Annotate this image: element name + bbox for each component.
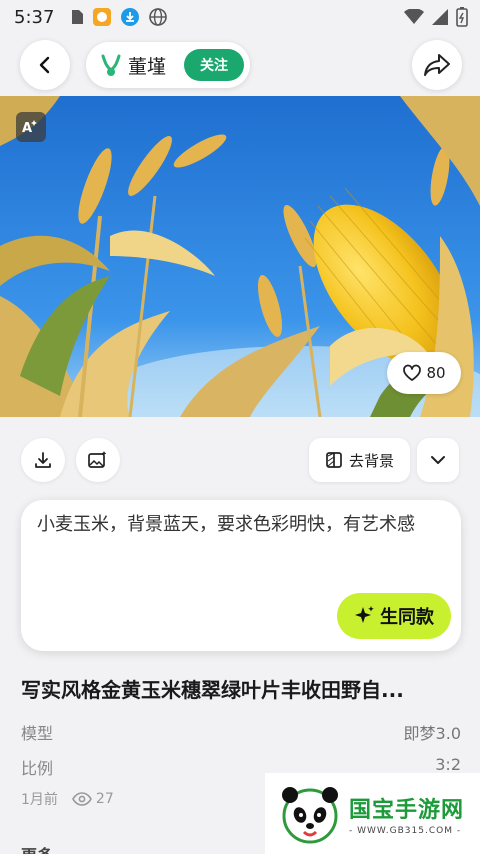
download-button[interactable] [21,438,65,482]
chevron-down-icon [431,456,445,464]
chevron-left-icon [39,56,50,74]
ai-icon: A [22,120,37,136]
author-name: 董墐 [128,55,167,78]
remove-bg-icon [326,452,342,468]
image-sparkle-icon [88,451,107,468]
share-icon [424,54,450,76]
model-value: 即梦3.0 [403,724,461,743]
ai-generated-badge: A [16,112,46,142]
status-bar: 5:37 [0,0,480,34]
model-label: 模型 [21,724,54,743]
time-ago: 1月前 [21,792,58,808]
more-options-button[interactable] [417,438,459,482]
back-button[interactable] [20,40,70,90]
globe-icon [149,8,168,26]
like-count: 80 [426,364,446,382]
remove-background-button[interactable]: 去背景 [309,438,410,482]
author-pill[interactable]: 董墐 关注 [86,42,250,88]
prompt-card: 小麦玉米，背景蓝天，要求色彩明快，有艺术感 生同款 [21,500,461,651]
wifi-icon [404,9,424,24]
sparkle-icon [355,606,374,623]
generate-same-button[interactable]: 生同款 [337,593,451,639]
author-avatar [98,52,124,78]
sim-icon [72,10,84,24]
follow-button[interactable]: 关注 [184,49,244,81]
author-logo-icon [101,54,121,76]
watermark-url: - WWW.GB315.COM - [349,825,462,836]
generate-same-label: 生同款 [380,607,434,628]
ratio-label: 比例 [21,759,54,778]
site-watermark: 国宝手游网 - WWW.GB315.COM - [265,773,480,854]
status-time: 5:37 [14,6,55,28]
prompt-text: 小麦玉米，背景蓝天，要求色彩明快，有艺术感 [37,514,415,535]
like-button[interactable]: 80 [387,352,461,394]
view-count: 27 [95,791,114,807]
watermark-brand: 国宝手游网 [349,797,465,823]
svg-text:A: A [22,121,32,136]
share-button[interactable] [412,40,462,90]
signal-icon [432,9,448,25]
top-header: 董墐 关注 [0,38,480,92]
battery-icon [456,7,468,27]
more-section-heading: 更多 [21,842,53,854]
app-notification-icon [93,8,112,26]
view-count-group: 27 [72,791,114,807]
panda-logo-icon [282,786,338,843]
remove-background-label: 去背景 [348,451,394,470]
download-icon [121,8,140,26]
work-title: 写实风格金黄玉米穗翠绿叶片丰收田野自... [21,678,404,702]
image-edit-button[interactable] [76,438,120,482]
download-icon [35,452,51,468]
eye-icon [72,792,92,806]
heart-icon [403,364,422,381]
work-stats: 1月前 27 [21,789,114,809]
model-row: 模型 即梦3.0 [21,720,461,744]
